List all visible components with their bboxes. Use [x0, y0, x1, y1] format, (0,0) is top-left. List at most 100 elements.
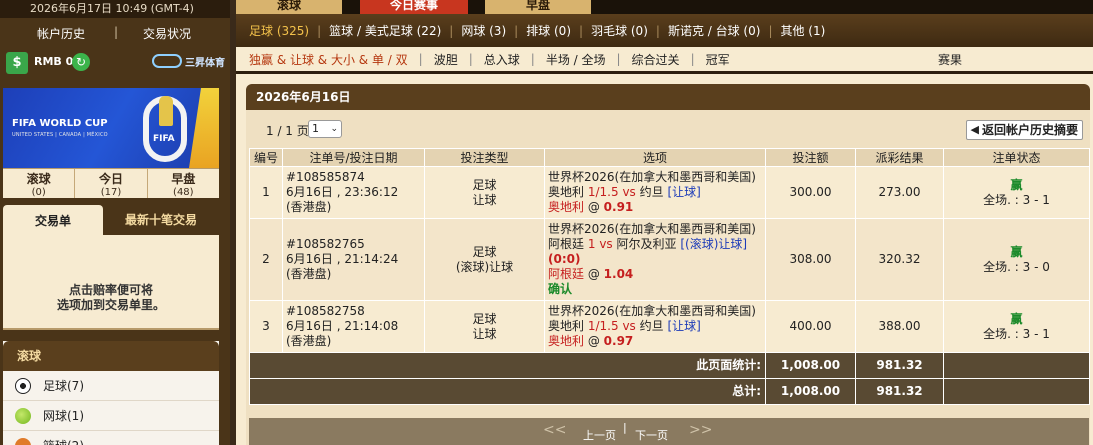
grand-total-payout: 981.32 — [855, 378, 944, 405]
grand-total-label: 总计: — [249, 378, 766, 405]
banner-title: FIFA WORLD CUP — [12, 118, 108, 129]
ticket-cell: #108582765 6月16日 , 21:14:24 (香港盘) — [282, 218, 425, 301]
pager-separator: | — [623, 421, 627, 434]
prev-page-link[interactable]: 上一页 — [583, 427, 616, 443]
tennis-ball-icon — [15, 407, 31, 424]
bet-type-cell: 足球 让球 — [424, 166, 545, 219]
selection-cell: 世界杯2026(在加拿大和墨西哥和美国) 阿根廷 1 vs 阿尔及利亚 [(滚球… — [544, 218, 766, 301]
league-name: 世界杯2026(在加拿大和墨西哥和美国) — [548, 222, 756, 236]
brand-logo: 三昇体育 — [152, 52, 225, 70]
top-tab-live[interactable]: 滚球 — [236, 0, 342, 14]
sport-snooker[interactable]: 斯诺克 / 台球 (0) — [668, 22, 761, 39]
bettype-main[interactable]: 独赢 & 让球 & 大小 & 单 / 双 — [249, 51, 408, 68]
next-arrows-icon[interactable]: >> — [689, 422, 712, 438]
top-nav: 滚球 今日赛事 早盘 — [236, 0, 1093, 14]
pager-row: 1 / 1 页 1 ⌄ ◀ 返回帐户历史摘要 — [246, 110, 1090, 148]
arrow-left-icon: ◀ — [970, 123, 979, 136]
live-item-tennis[interactable]: 网球(1) — [3, 401, 219, 431]
page-select[interactable]: 1 ⌄ — [308, 120, 342, 138]
bet-kind-link[interactable]: [让球] — [667, 319, 700, 333]
ticket-cell: #108582758 6月16日 , 21:14:08 (香港盘) — [282, 300, 425, 353]
page-label: 1 / 1 页 — [266, 124, 309, 138]
bet-date: 6月16日 , 23:36:12 — [286, 185, 399, 199]
table-row: 2 #108582765 6月16日 , 21:14:24 (香港盘) 足球 (… — [249, 218, 1090, 301]
market-tab-live[interactable]: 滚球 (0) — [3, 169, 76, 198]
bettype-outright[interactable]: 冠军 — [706, 51, 730, 68]
bet-kind-link[interactable]: [(滚球)让球] — [680, 237, 747, 251]
sport-badminton[interactable]: 羽毛球 (0) — [591, 22, 648, 39]
refresh-icon[interactable]: ↻ — [72, 53, 90, 71]
money-icon: $ — [6, 52, 28, 74]
trade-status-link[interactable]: 交易状况 — [143, 25, 191, 42]
sport-soccer[interactable]: 足球 (325) — [249, 22, 309, 39]
bottom-pager: << 上一页 | 下一页 >> — [249, 418, 1089, 445]
next-page-link[interactable]: 下一页 — [635, 427, 668, 443]
live-score: (0:0) — [548, 252, 581, 266]
bettype-parlay[interactable]: 综合过关 — [632, 51, 680, 68]
sport-basketball[interactable]: 篮球 / 美式足球 (22) — [329, 22, 441, 39]
selection-cell: 世界杯2026(在加拿大和墨西哥和美国) 奥地利 1/1.5 vs 约旦 [让球… — [544, 300, 766, 353]
grand-total-stake: 1,008.00 — [765, 378, 856, 405]
page-total-label: 此页面统计: — [249, 352, 766, 379]
balance-value: RMB 0 — [34, 55, 74, 68]
bettype-total-goals[interactable]: 总入球 — [484, 51, 520, 68]
stake-cell: 400.00 — [765, 300, 856, 353]
sport-other[interactable]: 其他 (1) — [780, 22, 825, 39]
col-header: 选项 — [544, 148, 766, 167]
soccer-ball-icon — [15, 377, 31, 394]
bet-slip-body: 点击赔率便可将 选项加到交易单里。 — [3, 235, 219, 330]
slip-tabs: 交易单 最新十笔交易 — [3, 205, 219, 235]
row-number: 2 — [249, 218, 283, 301]
bettype-correct-score[interactable]: 波胆 — [434, 51, 458, 68]
tab-recent-trades[interactable]: 最新十笔交易 — [103, 205, 219, 235]
history-panel: 2026年6月16日 1 / 1 页 1 ⌄ ◀ 返回帐户历史摘要 编号 注单号/投… — [246, 84, 1090, 445]
back-to-history-button[interactable]: ◀ 返回帐户历史摘要 — [965, 120, 1083, 140]
page-total-stake: 1,008.00 — [765, 352, 856, 379]
final-score: 全场. : 3 - 0 — [983, 259, 1050, 274]
row-number: 1 — [249, 166, 283, 219]
sport-tennis[interactable]: 网球 (3) — [461, 22, 506, 39]
bet-kind-link[interactable]: [让球] — [667, 185, 700, 199]
slip-message: 点击赔率便可将 选项加到交易单里。 — [56, 283, 165, 312]
live-item-basketball[interactable]: 篮球(2) — [3, 431, 219, 445]
final-score: 全场. : 3 - 1 — [983, 326, 1050, 341]
status-badge: 赢 — [1010, 177, 1023, 192]
balance-row: $ RMB 0 ↻ 三昇体育 — [6, 50, 226, 76]
ticket-id: #108585874 — [286, 170, 365, 184]
market-tab-early[interactable]: 早盘 (48) — [148, 169, 219, 198]
payout-cell: 320.32 — [855, 218, 944, 301]
bettype-results[interactable]: 赛果 — [938, 51, 962, 68]
sport-volleyball[interactable]: 排球 (0) — [526, 22, 571, 39]
tab-bet-slip[interactable]: 交易单 — [3, 205, 103, 235]
live-panel: 滚球 足球(7) 网球(1) 篮球(2) — [3, 341, 219, 445]
account-history-link[interactable]: 帐户历史 — [37, 25, 85, 42]
world-cup-banner[interactable]: FIFA WORLD CUP UNITED STATES | CANADA | … — [3, 88, 219, 168]
top-tab-today[interactable]: 今日赛事 — [360, 0, 468, 14]
sport-bar: 足球 (325) | 篮球 / 美式足球 (22) | 网球 (3) | 排球 (0)… — [236, 14, 1093, 47]
status-badge: 赢 — [1010, 311, 1023, 326]
col-header: 投注额 — [765, 148, 856, 167]
link-separator: | — [114, 25, 119, 39]
top-tab-early[interactable]: 早盘 — [485, 0, 591, 14]
bettype-half-full[interactable]: 半场 / 全场 — [546, 51, 606, 68]
market-tab-today[interactable]: 今日 (17) — [75, 169, 148, 198]
page-total-row: 此页面统计: 1,008.00 981.32 — [249, 352, 1090, 379]
status-cell: 赢 全场. : 3 - 1 — [943, 166, 1090, 219]
bet-timezone: (香港盘) — [286, 334, 332, 348]
left-sidebar: 2026年6月17日 10:49 (GMT-4) 帐户历史 | 交易状况 $ R… — [0, 0, 230, 445]
prev-arrows-icon[interactable]: << — [543, 422, 566, 438]
chevron-down-icon: ⌄ — [330, 124, 338, 134]
payout-cell: 388.00 — [855, 300, 944, 353]
bets-table: 编号 注单号/投注日期 投注类型 选项 投注额 派彩结果 注单状态 1 #108… — [249, 148, 1090, 405]
col-header: 投注类型 — [424, 148, 545, 167]
banner-subtitle: UNITED STATES | CANADA | MÉXICO — [12, 132, 108, 138]
col-header: 注单号/投注日期 — [282, 148, 425, 167]
odds-value: 0.91 — [603, 200, 634, 214]
live-item-soccer[interactable]: 足球(7) — [3, 371, 219, 401]
odds-value: 0.97 — [603, 334, 634, 348]
odds-value: 1.04 — [603, 267, 634, 281]
picked-team: 奥地利 — [548, 334, 585, 348]
status-badge: 赢 — [1010, 244, 1023, 259]
live-header: 滚球 — [3, 341, 219, 371]
picked-team: 奥地利 — [548, 200, 585, 214]
